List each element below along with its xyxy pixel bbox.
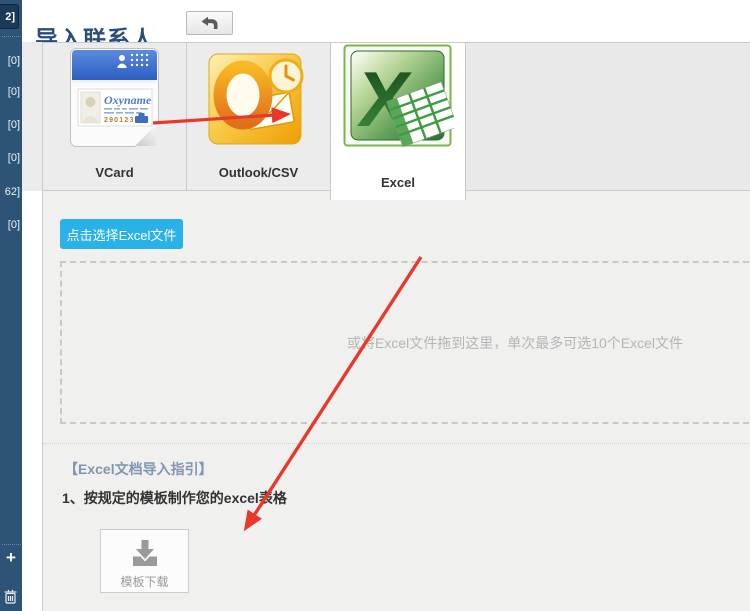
- tab-excel-label: Excel: [331, 175, 465, 190]
- sidebar-item[interactable]: [0]: [0, 219, 22, 231]
- excel-import-panel: 点击选择Excel文件 或将Excel文件拖到这里，单次最多可选10个Excel…: [42, 190, 750, 611]
- outlook-icon: [207, 49, 309, 154]
- sidebar-item[interactable]: [0]: [0, 152, 22, 164]
- sidebar-divider: [2, 544, 21, 545]
- guide-step-1: 1、按规定的模板制作您的excel表格: [62, 488, 287, 508]
- tab-vcard[interactable]: Oxyname 290123122 VCard: [42, 42, 187, 191]
- sidebar-item[interactable]: [0]: [0, 55, 22, 67]
- download-icon: [130, 532, 160, 570]
- template-download-label: 模板下载: [101, 573, 188, 590]
- import-contacts-window: 2] [0] [0] [0] [0] 62] [0] + 导入联系人: [0, 0, 750, 611]
- sidebar-item-selected[interactable]: 2]: [0, 4, 19, 29]
- sidebar-item[interactable]: [0]: [0, 86, 22, 98]
- tab-outlook-csv-label: Outlook/CSV: [187, 165, 330, 180]
- tab-excel[interactable]: X Excel: [330, 42, 466, 200]
- vcard-sample-name: Oxyname: [104, 93, 152, 107]
- excel-dropzone[interactable]: 或将Excel文件拖到这里，单次最多可选10个Excel文件: [60, 261, 750, 424]
- sidebar-item[interactable]: 62]: [0, 186, 22, 198]
- trash-icon[interactable]: [4, 589, 17, 609]
- undo-arrow-icon: [200, 16, 219, 30]
- tab-strip-filler: [465, 42, 750, 191]
- template-download-button[interactable]: 模板下载: [100, 529, 189, 593]
- excel-icon: X: [343, 44, 454, 154]
- sidebar-divider: [2, 36, 21, 37]
- sidebar: 2] [0] [0] [0] [0] 62] [0] +: [0, 0, 22, 611]
- sidebar-item[interactable]: [0]: [0, 119, 22, 131]
- guide-heading: 【Excel文档导入指引】: [64, 459, 213, 479]
- dropzone-hint: 或将Excel文件拖到这里，单次最多可选10个Excel文件: [347, 333, 683, 353]
- add-button[interactable]: +: [0, 549, 22, 567]
- back-button[interactable]: [186, 11, 233, 35]
- select-excel-file-button[interactable]: 点击选择Excel文件: [60, 219, 183, 249]
- tab-vcard-label: VCard: [43, 165, 186, 180]
- section-divider: [43, 443, 750, 444]
- tab-outlook-csv[interactable]: Outlook/CSV: [186, 42, 331, 191]
- vcard-icon: Oxyname 290123122: [69, 47, 161, 154]
